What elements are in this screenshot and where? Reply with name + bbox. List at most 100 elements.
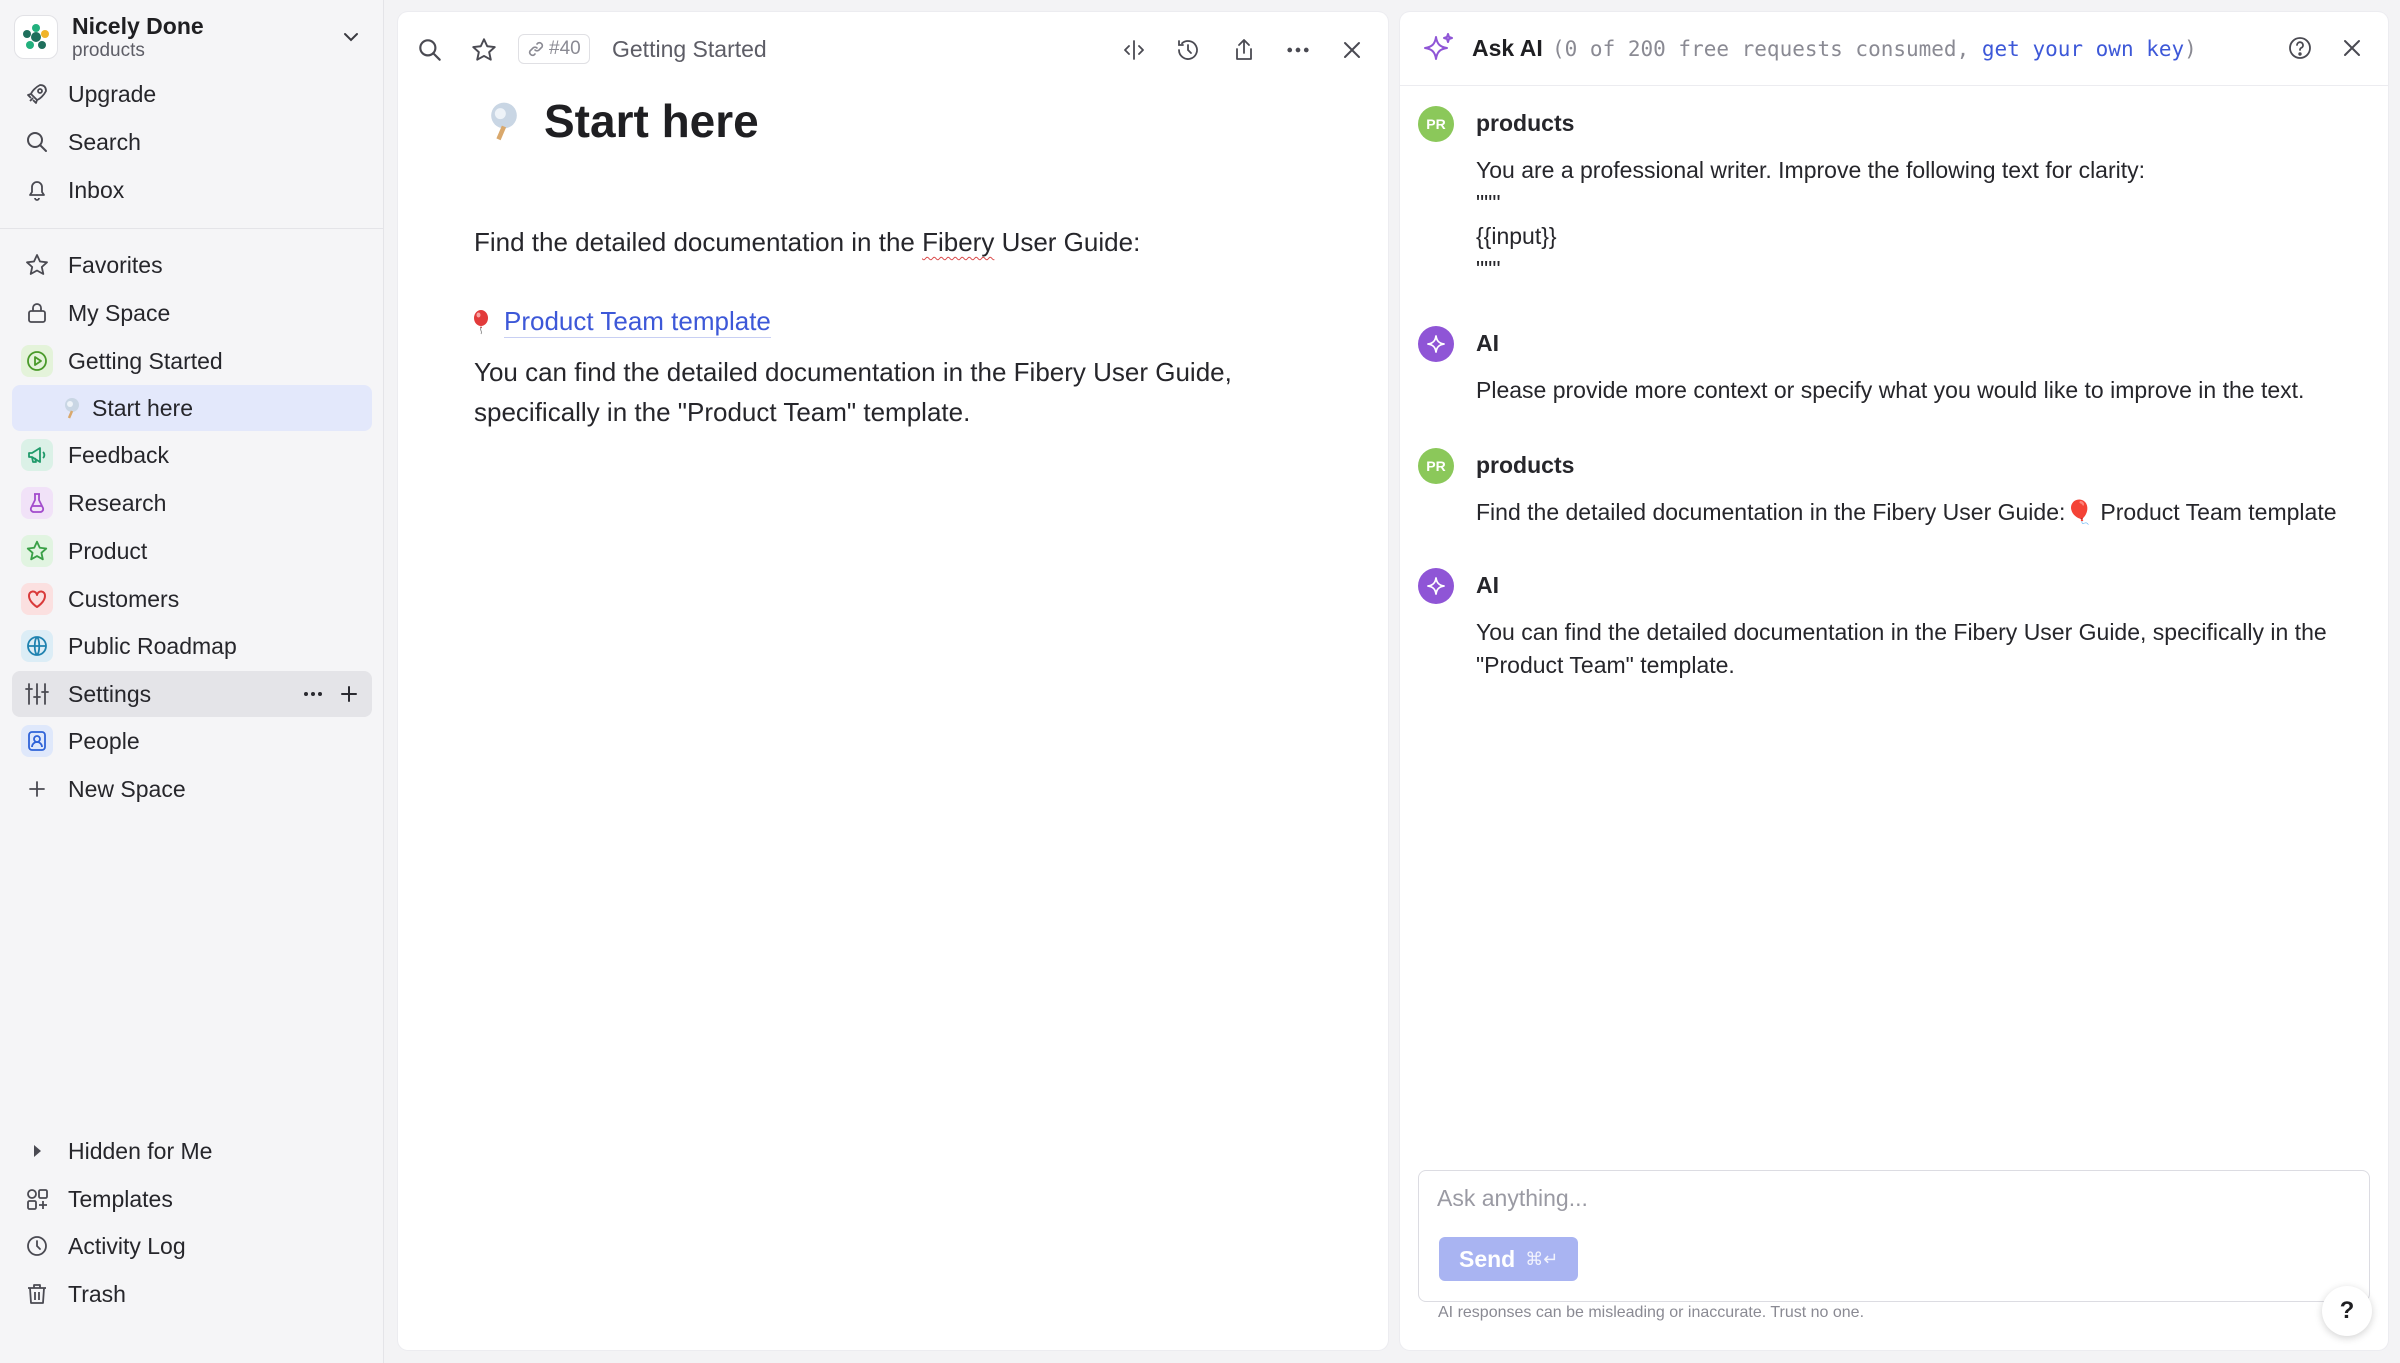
- doc-emoji-icon: [58, 385, 86, 431]
- sidebar-item-label: People: [68, 727, 140, 754]
- sidebar-item-new-space[interactable]: New Space: [12, 766, 372, 812]
- more-options-icon[interactable]: [302, 683, 324, 705]
- workspace-switcher[interactable]: Nicely Done products: [14, 10, 370, 64]
- send-button[interactable]: Send ⌘↵: [1439, 1237, 1579, 1281]
- globe-icon: [21, 630, 53, 662]
- close-icon[interactable]: [2338, 34, 2366, 62]
- flask-icon: [21, 487, 53, 519]
- quota-text: (0 of 200 free requests consumed, get yo…: [1552, 37, 2197, 61]
- sidebar-item-trash[interactable]: Trash: [12, 1271, 372, 1317]
- page-title-text: Start here: [544, 95, 759, 147]
- workspace-name: Nicely Done: [72, 13, 204, 39]
- document-panel: #40 Getting Started Start here Find the …: [398, 12, 1388, 1350]
- message-line: You are a professional writer. Improve t…: [1476, 157, 2146, 183]
- avatar: PR: [1418, 106, 1454, 142]
- message-author: products: [1476, 110, 1575, 136]
- link-icon: [527, 40, 545, 58]
- document-toolbar: #40 Getting Started: [398, 12, 1388, 86]
- sidebar-item-label: Templates: [68, 1185, 173, 1212]
- play-circle-icon: [21, 345, 53, 377]
- chevron-down-icon[interactable]: [340, 26, 362, 48]
- sidebar-item-hidden-for-me[interactable]: Hidden for Me: [12, 1128, 372, 1174]
- sidebar-item-activity-log[interactable]: Activity Log: [12, 1223, 372, 1269]
- ask-ai-header: Ask AI (0 of 200 free requests consumed,…: [1400, 12, 2388, 86]
- sidebar: Nicely Done products Upgrade Search Inbo…: [0, 0, 384, 1363]
- sidebar-item-label: My Space: [68, 299, 171, 326]
- page-title[interactable]: Start here: [482, 94, 759, 148]
- message-line: "Product Team" template.: [1476, 652, 1735, 678]
- sidebar-divider: [0, 228, 384, 229]
- ai-avatar-icon: [1418, 326, 1454, 362]
- close-icon[interactable]: [1336, 34, 1368, 66]
- message-author: AI: [1476, 330, 1499, 356]
- breadcrumb[interactable]: Getting Started: [612, 36, 767, 63]
- caret-right-icon: [14, 1128, 60, 1174]
- sliders-icon: [21, 678, 53, 710]
- entity-id: #40: [549, 38, 581, 59]
- sidebar-item-research[interactable]: Research: [12, 480, 372, 526]
- message-line: Please provide more context or specify w…: [1476, 377, 2305, 403]
- text-segment: Find the detailed documentation in the: [474, 227, 923, 257]
- ask-input[interactable]: [1437, 1185, 2337, 1212]
- avatar: PR: [1418, 448, 1454, 484]
- sidebar-item-getting-started[interactable]: Getting Started: [12, 338, 372, 384]
- sidebar-item-label: Settings: [68, 680, 152, 707]
- sidebar-item-product[interactable]: Product: [12, 528, 372, 574]
- workspace-logo-icon: [14, 15, 58, 59]
- message-author: AI: [1476, 572, 1499, 598]
- sidebar-item-label: Upgrade: [68, 80, 157, 107]
- sidebar-item-label: Customers: [68, 585, 180, 612]
- sidebar-item-search[interactable]: Search: [12, 119, 372, 165]
- history-icon[interactable]: [1172, 34, 1204, 66]
- doc-link-product-team[interactable]: Product Team template: [470, 306, 771, 338]
- doc-paragraph-1[interactable]: Find the detailed documentation in the F…: [474, 222, 1294, 262]
- sidebar-item-label: Product: [68, 537, 148, 564]
- quota-suffix: ): [2184, 37, 2197, 61]
- sidebar-item-inbox[interactable]: Inbox: [12, 167, 372, 213]
- ask-composer: Send ⌘↵: [1418, 1170, 2370, 1302]
- sidebar-item-label: Activity Log: [68, 1232, 186, 1259]
- workspace-subtitle: products: [72, 40, 145, 61]
- sidebar-item-label: Feedback: [68, 441, 170, 468]
- search-icon[interactable]: [414, 34, 446, 66]
- sidebar-item-templates[interactable]: Templates: [12, 1176, 372, 1222]
- star-icon[interactable]: [468, 34, 500, 66]
- more-options-icon[interactable]: [1282, 34, 1314, 66]
- message-line: {{input}}: [1476, 223, 1557, 249]
- sidebar-item-settings[interactable]: Settings: [12, 671, 372, 717]
- help-circle-icon[interactable]: [2286, 34, 2314, 62]
- sidebar-item-label: Hidden for Me: [68, 1137, 213, 1164]
- entity-id-chip[interactable]: #40: [518, 34, 590, 64]
- sidebar-item-start-here[interactable]: Start here: [12, 385, 372, 431]
- page-emoji-icon[interactable]: [482, 99, 526, 143]
- sidebar-item-label: Getting Started: [68, 347, 223, 374]
- message-body[interactable]: Please provide more context or specify w…: [1476, 374, 2356, 407]
- message-line: """: [1476, 256, 1501, 282]
- message-line: Find the detailed documentation in the F…: [1476, 499, 2337, 525]
- sidebar-item-public-roadmap[interactable]: Public Roadmap: [12, 623, 372, 669]
- ask-ai-panel: Ask AI (0 of 200 free requests consumed,…: [1400, 12, 2388, 1350]
- sidebar-item-customers[interactable]: Customers: [12, 576, 372, 622]
- link-text[interactable]: Product Team template: [504, 306, 771, 338]
- sidebar-item-label: Inbox: [68, 176, 125, 203]
- message-body[interactable]: You can find the detailed documentation …: [1476, 616, 2356, 682]
- expand-width-icon[interactable]: [1118, 34, 1150, 66]
- message-author: products: [1476, 452, 1575, 478]
- sidebar-item-people[interactable]: People: [12, 718, 372, 764]
- sidebar-item-favorites[interactable]: Favorites: [12, 242, 372, 288]
- templates-icon: [14, 1176, 60, 1222]
- sidebar-item-label: Trash: [68, 1280, 126, 1307]
- add-icon[interactable]: [338, 683, 360, 705]
- sidebar-item-upgrade[interactable]: Upgrade: [12, 71, 372, 117]
- message-body[interactable]: Find the detailed documentation in the F…: [1476, 496, 2356, 529]
- sidebar-item-feedback[interactable]: Feedback: [12, 432, 372, 478]
- quota-prefix: (0 of 200 free requests consumed,: [1552, 37, 1982, 61]
- help-button[interactable]: ?: [2322, 1286, 2372, 1336]
- search-icon: [14, 119, 60, 165]
- share-icon[interactable]: [1228, 34, 1260, 66]
- doc-paragraph-2[interactable]: You can find the detailed documentation …: [474, 352, 1294, 432]
- sidebar-item-label: Start here: [92, 394, 193, 421]
- get-own-key-link[interactable]: get your own key: [1982, 37, 2184, 61]
- sidebar-item-my-space[interactable]: My Space: [12, 290, 372, 336]
- message-body[interactable]: You are a professional writer. Improve t…: [1476, 154, 2356, 286]
